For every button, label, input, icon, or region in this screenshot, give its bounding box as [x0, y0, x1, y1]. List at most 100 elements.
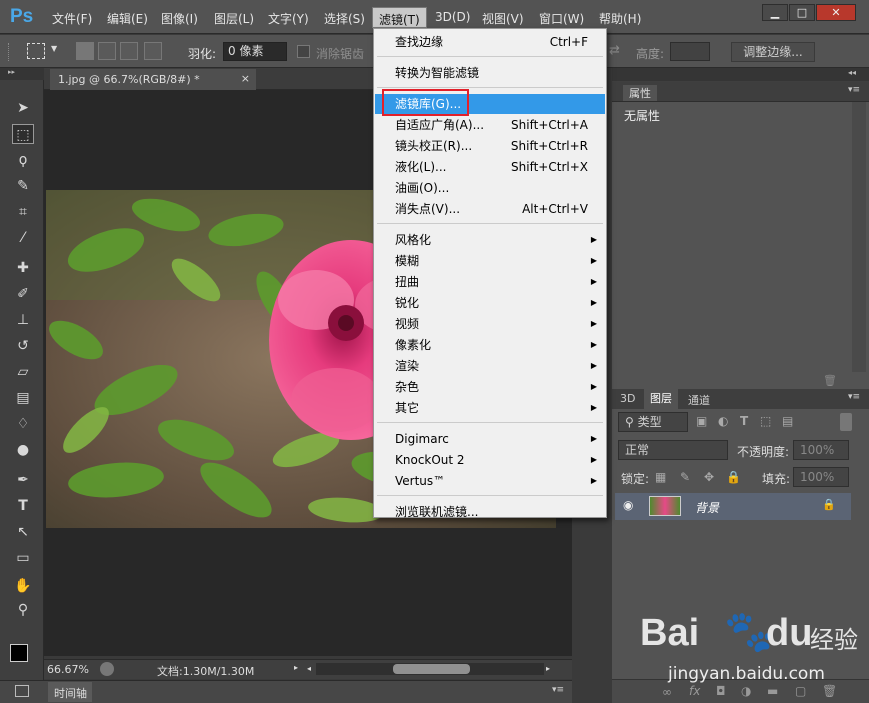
- filter-shape-icon[interactable]: ⬚: [760, 414, 771, 428]
- eraser-tool-icon[interactable]: ▱: [12, 362, 34, 382]
- filter-type-icon[interactable]: T: [740, 414, 748, 428]
- panel-menu-icon[interactable]: ▾≡: [848, 85, 860, 95]
- maximize-button[interactable]: □: [789, 4, 815, 21]
- zoom-tool-icon[interactable]: ⚲: [12, 600, 34, 620]
- filter-menu-item[interactable]: 其它 ▶: [375, 398, 605, 418]
- close-tab-icon[interactable]: ×: [241, 72, 250, 85]
- trash-icon[interactable]: 🗑: [823, 374, 837, 387]
- lock-transparent-icon[interactable]: ▦: [655, 470, 666, 484]
- screen-mode-icon[interactable]: [15, 685, 29, 697]
- menu-window[interactable]: 窗口(W): [539, 10, 584, 27]
- filter-menu-item[interactable]: 查找边缘 Ctrl+F: [375, 32, 605, 52]
- minimize-button[interactable]: ▁: [762, 4, 788, 21]
- filter-menu-item[interactable]: 锐化 ▶: [375, 293, 605, 313]
- fill-input[interactable]: 100%: [793, 467, 849, 487]
- filter-menu-item[interactable]: 渲染 ▶: [375, 356, 605, 376]
- lock-position-icon[interactable]: ✥: [704, 470, 714, 484]
- rect-marquee-tool-icon[interactable]: ⬚: [12, 124, 34, 144]
- menu-layer[interactable]: 图层(L): [214, 10, 254, 27]
- collapse-toolbox-icon[interactable]: ▸▸: [0, 68, 44, 80]
- filter-pixel-icon[interactable]: ▣: [696, 414, 707, 428]
- filter-toggle[interactable]: [840, 413, 852, 431]
- gradient-tool-icon[interactable]: ▤: [12, 388, 34, 408]
- filter-menu-item[interactable]: 浏览联机滤镜...: [375, 502, 605, 522]
- filter-menu-item[interactable]: 消失点(V)... Alt+Ctrl+V: [375, 199, 605, 219]
- lock-all-icon[interactable]: 🔒: [726, 470, 741, 484]
- antialias-checkbox[interactable]: [297, 45, 310, 58]
- status-menu-arrow-icon[interactable]: ▸: [294, 663, 298, 672]
- refine-edge-button[interactable]: 调整边缘...: [731, 42, 815, 62]
- menu-filter[interactable]: 滤镜(T): [372, 7, 427, 28]
- filter-menu-item[interactable]: KnockOut 2 ▶: [375, 450, 605, 470]
- scrollbar-thumb[interactable]: [393, 664, 470, 674]
- quick-select-tool-icon[interactable]: ✎: [12, 176, 34, 196]
- menu-type[interactable]: 文字(Y): [268, 10, 309, 27]
- healing-brush-tool-icon[interactable]: ✚: [12, 258, 34, 278]
- zoom-level[interactable]: 66.67%: [47, 663, 89, 676]
- height-input[interactable]: [670, 42, 710, 61]
- tab-channels[interactable]: 通道: [688, 392, 710, 408]
- dodge-tool-icon[interactable]: ●: [12, 440, 34, 460]
- filter-menu-item[interactable]: 像素化 ▶: [375, 335, 605, 355]
- shape-tool-icon[interactable]: ▭: [12, 548, 34, 568]
- scroll-left-icon[interactable]: ◂: [307, 664, 311, 673]
- intersect-selection-button[interactable]: [144, 42, 162, 60]
- filter-menu-item[interactable]: 模糊 ▶: [375, 251, 605, 271]
- subtract-selection-button[interactable]: [120, 42, 138, 60]
- menu-help[interactable]: 帮助(H): [599, 10, 641, 27]
- clone-stamp-tool-icon[interactable]: ⊥: [12, 310, 34, 330]
- feather-input[interactable]: 0 像素: [223, 42, 287, 61]
- tab-3d[interactable]: 3D: [620, 392, 635, 405]
- rect-marquee-preset-icon[interactable]: [27, 43, 45, 59]
- hand-tool-icon[interactable]: ✋: [12, 576, 34, 596]
- menu-edit[interactable]: 编辑(E): [107, 10, 148, 27]
- tab-layers[interactable]: 图层: [644, 389, 678, 409]
- chevron-down-icon[interactable]: ▼: [51, 44, 57, 53]
- filter-menu-item[interactable]: 扭曲 ▶: [375, 272, 605, 292]
- status-info-icon[interactable]: [100, 662, 114, 676]
- panel-menu-icon[interactable]: ▾≡: [848, 392, 860, 402]
- pen-tool-icon[interactable]: ✒: [12, 470, 34, 490]
- menu-3d[interactable]: 3D(D): [435, 10, 470, 24]
- eye-icon[interactable]: ◉: [623, 498, 633, 512]
- add-selection-button[interactable]: [98, 42, 116, 60]
- filter-menu-item[interactable]: 镜头校正(R)... Shift+Ctrl+R: [375, 136, 605, 156]
- lasso-tool-icon[interactable]: ϙ: [12, 150, 34, 170]
- filter-menu-item[interactable]: 杂色 ▶: [375, 377, 605, 397]
- menu-image[interactable]: 图像(I): [161, 10, 198, 27]
- foreground-color-swatch[interactable]: [10, 644, 28, 662]
- crop-tool-icon[interactable]: ⌗: [12, 202, 34, 222]
- properties-tab[interactable]: 属性: [623, 85, 657, 101]
- properties-scrollbar[interactable]: [852, 102, 866, 372]
- history-brush-tool-icon[interactable]: ↺: [12, 336, 34, 356]
- blend-mode-select[interactable]: 正常: [618, 440, 728, 460]
- horizontal-scrollbar[interactable]: [316, 663, 544, 675]
- panel-menu-icon[interactable]: ▾≡: [552, 685, 564, 695]
- close-button[interactable]: ✕: [816, 4, 856, 21]
- menu-view[interactable]: 视图(V): [482, 10, 524, 27]
- filter-menu-item[interactable]: Vertus™ ▶: [375, 471, 605, 491]
- timeline-tab[interactable]: 时间轴: [48, 682, 92, 702]
- document-tab[interactable]: 1.jpg @ 66.7%(RGB/8#) * ×: [50, 69, 256, 90]
- path-select-tool-icon[interactable]: ↖: [12, 522, 34, 542]
- layer-row-background[interactable]: ◉ 背景 🔒: [615, 493, 851, 520]
- lock-pixels-icon[interactable]: ✎: [680, 470, 690, 484]
- new-selection-button[interactable]: [76, 42, 94, 60]
- filter-menu-item[interactable]: 油画(O)...: [375, 178, 605, 198]
- filter-smart-object-icon[interactable]: ▤: [782, 414, 793, 428]
- menu-select[interactable]: 选择(S): [324, 10, 365, 27]
- brush-tool-icon[interactable]: ✐: [12, 284, 34, 304]
- layer-name[interactable]: 背景: [695, 499, 719, 516]
- layer-kind-filter[interactable]: ⚲ 类型: [618, 412, 688, 432]
- menu-file[interactable]: 文件(F): [52, 10, 92, 27]
- scroll-right-icon[interactable]: ▸: [546, 664, 550, 673]
- move-tool-icon[interactable]: ➤: [12, 98, 34, 118]
- filter-menu-item[interactable]: 风格化 ▶: [375, 230, 605, 250]
- filter-adjustment-icon[interactable]: ◐: [718, 414, 728, 428]
- collapse-dock-icon[interactable]: ◂◂: [848, 68, 856, 77]
- eyedropper-tool-icon[interactable]: ⁄: [12, 228, 34, 248]
- filter-menu-item[interactable]: 液化(L)... Shift+Ctrl+X: [375, 157, 605, 177]
- opacity-input[interactable]: 100%: [793, 440, 849, 460]
- filter-menu-item[interactable]: 转换为智能滤镜: [375, 63, 605, 83]
- type-tool-icon[interactable]: T: [12, 496, 34, 516]
